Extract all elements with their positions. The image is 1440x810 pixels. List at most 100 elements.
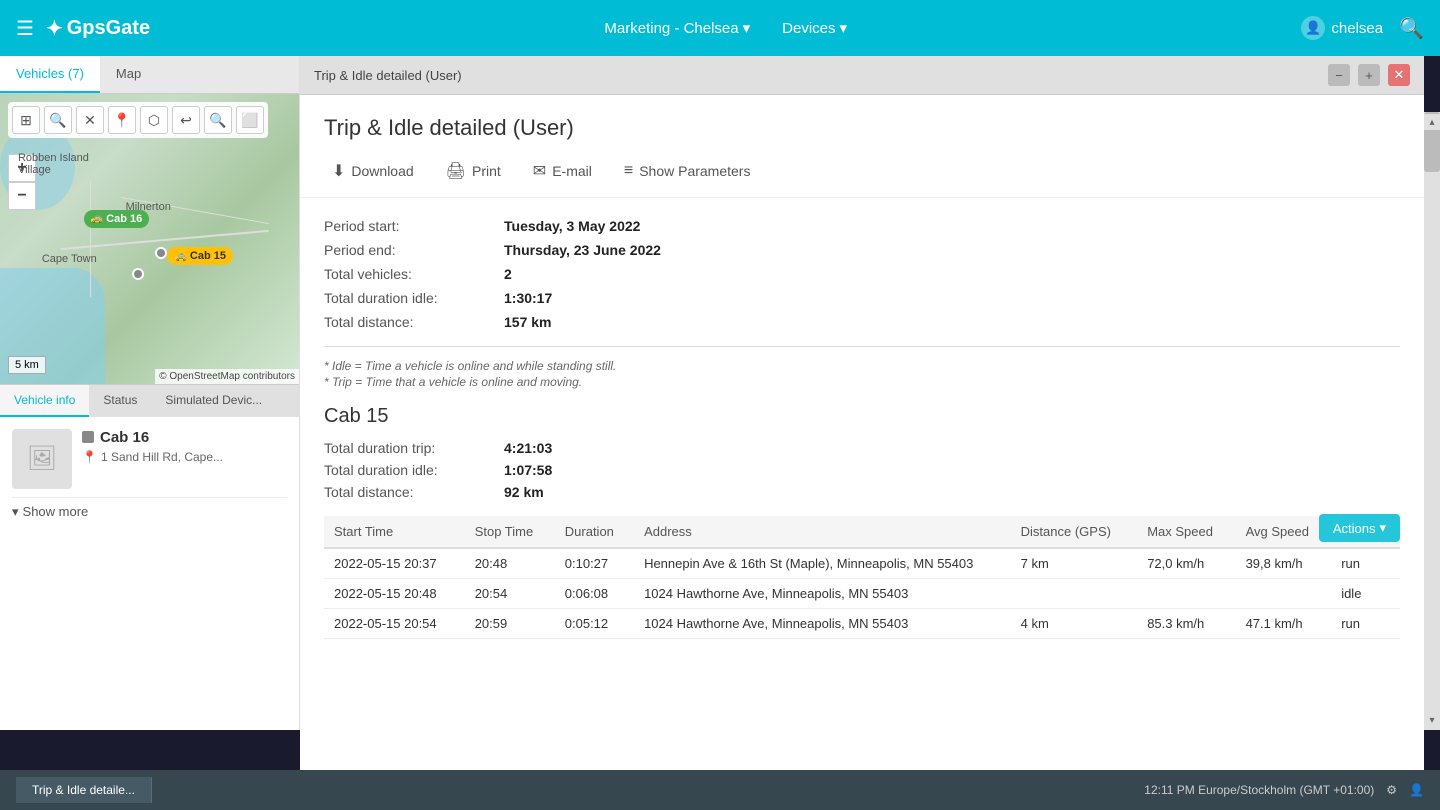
topbar-center: Marketing - Chelsea Devices bbox=[162, 13, 1289, 43]
marker-cab16[interactable]: Cab 16 bbox=[84, 210, 150, 228]
map-place-robben: Robben IslandVillage bbox=[18, 152, 89, 176]
show-more-button[interactable]: ▾ Show more bbox=[12, 497, 287, 526]
logo-star: ✦ bbox=[46, 16, 63, 41]
col-distance: Distance (GPS) bbox=[1011, 516, 1138, 548]
osm-credit: © OpenStreetMap contributors bbox=[155, 369, 299, 384]
vehicle-info-section: 🖼 Cab 16 📍 1 Sand Hill Rd, Cape... ▾ Sho… bbox=[0, 417, 299, 731]
chevron-down-icon: ▾ bbox=[1379, 520, 1386, 536]
panel-collapse-icon[interactable]: ▴ bbox=[1424, 114, 1440, 130]
report-meta: Period start: Tuesday, 3 May 2022 Period… bbox=[324, 218, 1400, 330]
close-button[interactable]: ✕ bbox=[1388, 64, 1410, 86]
minimize-button[interactable]: − bbox=[1328, 64, 1350, 86]
trip-table: Start Time Stop Time Duration Address Di… bbox=[324, 516, 1400, 639]
total-distance-row: Total distance: 157 km bbox=[324, 314, 1400, 330]
devices-dropdown[interactable]: Devices bbox=[770, 13, 859, 43]
left-panel-tabs: Vehicles (7) Map bbox=[0, 56, 299, 94]
map-undo-btn[interactable]: ↩ bbox=[172, 106, 200, 134]
actions-button[interactable]: Actions ▾ bbox=[1319, 514, 1400, 542]
map-pin-btn[interactable]: 📍 bbox=[108, 106, 136, 134]
map-expand-btn[interactable]: ✕ bbox=[76, 106, 104, 134]
list-icon: ≡ bbox=[624, 162, 633, 180]
topbar-right: 👤 chelsea 🔍 bbox=[1301, 16, 1424, 41]
table-body: 2022-05-15 20:37 20:48 0:10:27 Hennepin … bbox=[324, 548, 1400, 639]
right-scrollbar[interactable]: ▴ ▾ bbox=[1424, 112, 1440, 730]
map-container[interactable]: ⊞ 🔍 ✕ 📍 ⬡ ↩ 🔍 ⬜ + − Robben IslandVillage… bbox=[0, 94, 299, 384]
col-avg-speed: Avg Speed bbox=[1236, 516, 1332, 548]
tab-vehicle-info[interactable]: Vehicle info bbox=[0, 385, 89, 417]
report-titlebar: Trip & Idle detailed (User) − + ✕ bbox=[300, 56, 1424, 95]
table-row: 2022-05-15 20:48 20:54 0:06:08 1024 Hawt… bbox=[324, 579, 1400, 609]
email-button[interactable]: ✉ E-mail bbox=[525, 157, 600, 185]
zoom-out-btn[interactable]: − bbox=[8, 182, 36, 210]
panel-expand-icon[interactable]: ▾ bbox=[1424, 712, 1440, 728]
map-hex-btn[interactable]: ⬡ bbox=[140, 106, 168, 134]
report-panel-title: Trip & Idle detailed (User) bbox=[314, 68, 462, 83]
vehicle-tabs: Vehicle info Status Simulated Devic... bbox=[0, 384, 299, 417]
table-container: Actions ▾ Start Time Stop Time Duration … bbox=[324, 516, 1400, 639]
actions-button-container: Actions ▾ bbox=[1319, 514, 1400, 542]
table-row: 2022-05-15 20:54 20:59 0:05:12 1024 Hawt… bbox=[324, 609, 1400, 639]
chevron-down-icon: ▾ bbox=[12, 504, 19, 520]
logo: ✦ GpsGate bbox=[46, 16, 150, 41]
print-icon: 🖨 bbox=[446, 161, 466, 181]
user-menu[interactable]: 👤 chelsea bbox=[1301, 16, 1383, 40]
menu-icon[interactable]: ☰ bbox=[16, 16, 34, 41]
show-parameters-button[interactable]: ≡ Show Parameters bbox=[616, 158, 759, 184]
col-stop-time: Stop Time bbox=[465, 516, 555, 548]
col-duration: Duration bbox=[555, 516, 634, 548]
vehicle-details: Cab 16 📍 1 Sand Hill Rd, Cape... bbox=[82, 429, 287, 464]
vehicle-section-cab15: Cab 15 Total duration trip: 4:21:03 Tota… bbox=[324, 405, 1400, 639]
map-place-capetown: Cape Town bbox=[42, 253, 97, 265]
col-address: Address bbox=[634, 516, 1011, 548]
vehicle-stats: Total duration trip: 4:21:03 Total durat… bbox=[324, 440, 1400, 500]
tab-map[interactable]: Map bbox=[100, 56, 157, 93]
total-vehicles-row: Total vehicles: 2 bbox=[324, 266, 1400, 282]
download-button[interactable]: ⬇ Download bbox=[324, 157, 422, 185]
statusbar-right: 12:11 PM Europe/Stockholm (GMT +01:00) ⚙… bbox=[1144, 783, 1424, 797]
marketing-chelsea-dropdown[interactable]: Marketing - Chelsea bbox=[592, 13, 762, 43]
map-zoom-btn[interactable]: 🔍 bbox=[44, 106, 72, 134]
maximize-button[interactable]: + bbox=[1358, 64, 1380, 86]
report-header: Trip & Idle detailed (User) ⬇ Download 🖨… bbox=[300, 95, 1424, 198]
topbar: ☰ ✦ GpsGate Marketing - Chelsea Devices … bbox=[0, 0, 1440, 56]
vehicle-address: 📍 1 Sand Hill Rd, Cape... bbox=[82, 450, 287, 464]
statusbar-settings-icon[interactable]: ⚙ bbox=[1386, 783, 1397, 797]
vehicle-distance-row: Total distance: 92 km bbox=[324, 484, 1400, 500]
col-max-speed: Max Speed bbox=[1137, 516, 1235, 548]
statusbar-user-icon[interactable]: 👤 bbox=[1409, 783, 1424, 797]
map-select-btn[interactable]: ⬜ bbox=[236, 106, 264, 134]
map-toolbar: ⊞ 🔍 ✕ 📍 ⬡ ↩ 🔍 ⬜ bbox=[8, 102, 268, 138]
map-scale: 5 km bbox=[8, 356, 46, 374]
tab-vehicles[interactable]: Vehicles (7) bbox=[0, 56, 100, 93]
vehicle-trip-row: Total duration trip: 4:21:03 bbox=[324, 440, 1400, 456]
table-header: Start Time Stop Time Duration Address Di… bbox=[324, 516, 1400, 548]
period-start-row: Period start: Tuesday, 3 May 2022 bbox=[324, 218, 1400, 234]
report-footnotes: * Idle = Time a vehicle is online and wh… bbox=[324, 359, 1400, 389]
report-actions: ⬇ Download 🖨 Print ✉ E-mail ≡ Show Param… bbox=[324, 157, 1400, 185]
table-row: 2022-05-15 20:37 20:48 0:10:27 Hennepin … bbox=[324, 548, 1400, 579]
email-icon: ✉ bbox=[533, 161, 546, 181]
tab-status[interactable]: Status bbox=[89, 385, 151, 417]
period-end-row: Period end: Thursday, 23 June 2022 bbox=[324, 242, 1400, 258]
vehicle-status-dot bbox=[82, 431, 94, 443]
map-dot2 bbox=[132, 268, 144, 280]
download-icon: ⬇ bbox=[332, 161, 345, 181]
map-search-btn[interactable]: 🔍 bbox=[204, 106, 232, 134]
search-icon[interactable]: 🔍 bbox=[1399, 16, 1424, 41]
vehicle-photo: 🖼 bbox=[12, 429, 72, 489]
report-body: Period start: Tuesday, 3 May 2022 Period… bbox=[300, 198, 1424, 770]
report-main-title: Trip & Idle detailed (User) bbox=[324, 115, 1400, 141]
titlebar-controls: − + ✕ bbox=[1328, 64, 1410, 86]
tab-simulated-device[interactable]: Simulated Devic... bbox=[151, 385, 276, 417]
statusbar-tabs: Trip & Idle detaile... bbox=[16, 777, 152, 803]
col-start-time: Start Time bbox=[324, 516, 465, 548]
map-grid-btn[interactable]: ⊞ bbox=[12, 106, 40, 134]
user-icon: 👤 bbox=[1301, 16, 1325, 40]
total-idle-row: Total duration idle: 1:30:17 bbox=[324, 290, 1400, 306]
vehicle-name: Cab 16 bbox=[82, 429, 287, 446]
vehicle-section-title: Cab 15 bbox=[324, 405, 1400, 428]
vehicle-idle-row: Total duration idle: 1:07:58 bbox=[324, 462, 1400, 478]
marker-cab15[interactable]: Cab 15 bbox=[167, 247, 233, 265]
print-button[interactable]: 🖨 Print bbox=[438, 157, 509, 185]
statusbar-tab-report[interactable]: Trip & Idle detaile... bbox=[16, 777, 152, 803]
